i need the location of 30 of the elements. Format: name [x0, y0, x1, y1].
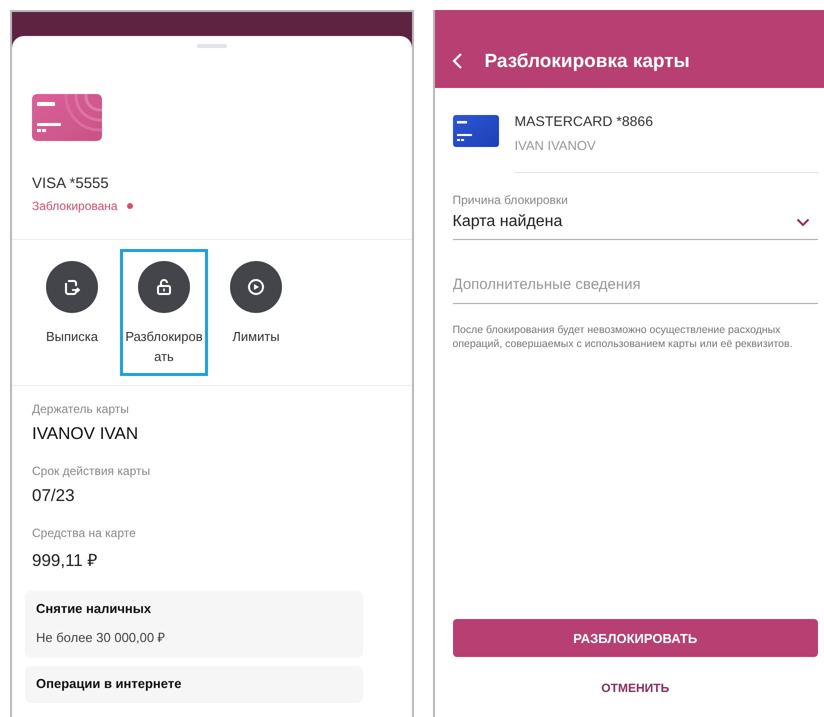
card-icon	[452, 115, 498, 147]
limit-title: Снятие наличных	[36, 601, 152, 616]
field-value: IVANOV IVAN	[32, 424, 140, 444]
card-name: VISA *5555	[32, 175, 109, 192]
action-button[interactable]: Разблокировать	[120, 249, 208, 376]
field-label: Срок действия карты	[32, 464, 152, 478]
dropdown-label: Причина блокировки	[452, 193, 569, 207]
limit-title: Операции в интернете	[36, 676, 182, 691]
reason-dropdown[interactable]: Причина блокировки Карта найдена	[452, 193, 818, 240]
card-status: Заблокирована	[32, 199, 118, 213]
padlock-icon	[138, 261, 190, 313]
dropdown-value: Карта найдена	[452, 213, 562, 231]
cancel-button[interactable]: ОТМЕНИТЬ	[593, 677, 678, 699]
action-button[interactable]: Выписка	[28, 249, 116, 356]
card-name: MASTERCARD *8866	[514, 113, 654, 129]
field-value: 07/23	[32, 486, 76, 506]
card-holder: IVAN IVANOV	[514, 138, 597, 153]
details-input-field[interactable]: Дополнительные сведения	[452, 268, 818, 304]
screen-title: Разблокировка карты	[484, 51, 690, 73]
unlock-button[interactable]: РАЗБЛОКИРОВАТЬ	[452, 619, 818, 657]
card-icon	[32, 94, 102, 141]
field-value: 999,11 ₽	[32, 550, 98, 571]
action-button[interactable]: Лимиты	[212, 249, 300, 356]
limit-value: Не более 30 000,00 ₽	[36, 629, 167, 646]
chevron-down-icon	[796, 218, 810, 226]
info-note: После блокирования будет невозможно осуществление расходных операций, совершаемых с использованием карты или её реквизитов.	[452, 323, 794, 351]
back-icon[interactable]	[450, 52, 464, 70]
dial-icon	[230, 261, 282, 313]
field-label: Средства на карте	[32, 526, 137, 540]
field-label: Держатель карты	[32, 402, 130, 416]
